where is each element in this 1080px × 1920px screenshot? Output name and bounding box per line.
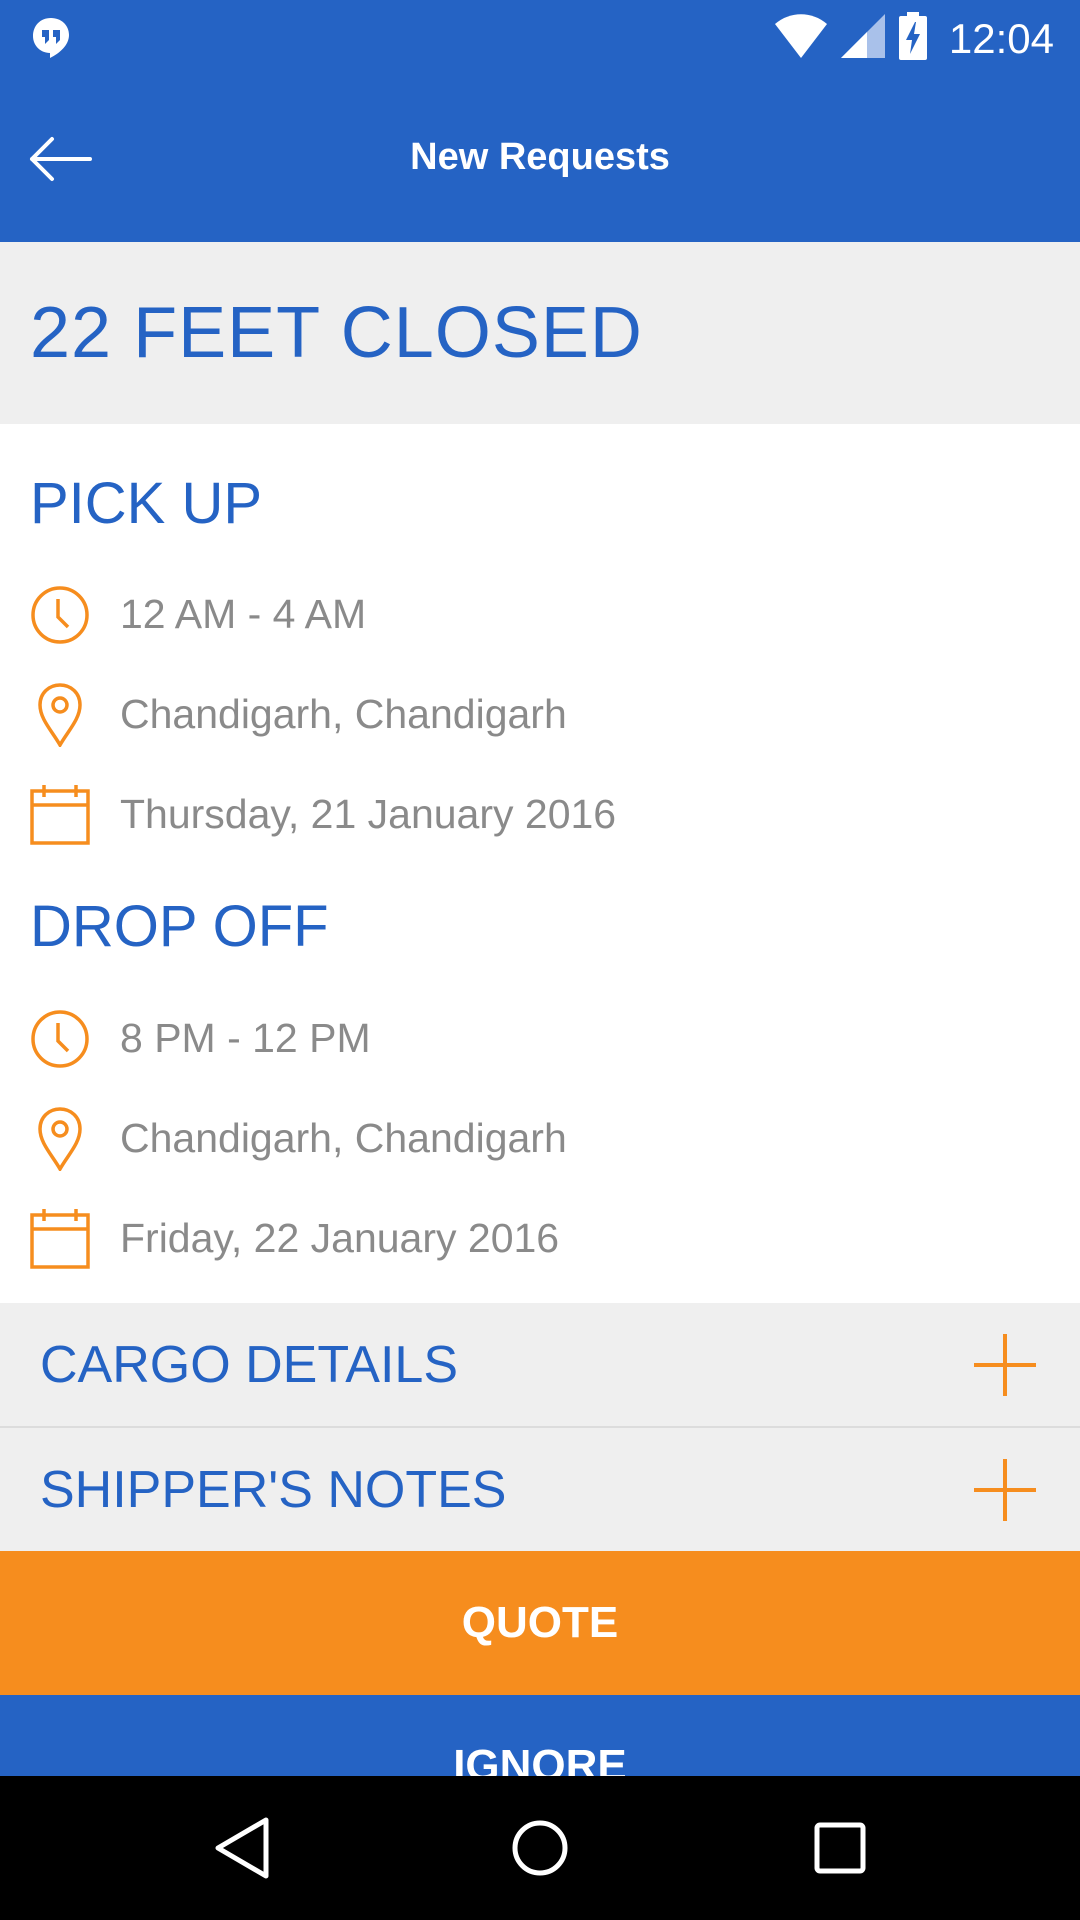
shippers-notes-toggle[interactable]: SHIPPER'S NOTES [0, 1428, 1080, 1551]
plus-icon[interactable] [972, 1457, 1038, 1523]
battery-charging-icon [898, 12, 927, 65]
pickup-date: Thursday, 21 January 2016 [120, 791, 617, 837]
pickup-time: 12 AM - 4 AM [120, 591, 367, 637]
clock-icon [28, 1007, 92, 1071]
vehicle-header: 22 FEET CLOSED [0, 242, 1080, 424]
location-pin-icon [28, 683, 92, 749]
calendar-icon [28, 783, 92, 847]
dropoff-time-row: 8 PM - 12 PM [0, 1007, 1080, 1087]
dropoff-location-row: Chandigarh, Chandigarh [0, 1107, 1080, 1187]
vehicle-type: 22 FEET CLOSED [30, 293, 643, 373]
dropoff-location: Chandigarh, Chandigarh [120, 1115, 567, 1161]
pickup-location: Chandigarh, Chandigarh [120, 691, 567, 737]
dropoff-date-row: Friday, 22 January 2016 [0, 1207, 1080, 1287]
page-title: New Requests [410, 136, 670, 178]
pickup-location-row: Chandigarh, Chandigarh [0, 683, 1080, 763]
calendar-icon [28, 1207, 92, 1271]
app-bar: New Requests [0, 78, 1080, 242]
nav-back-icon[interactable] [204, 1810, 280, 1886]
system-nav-bar [0, 1776, 1080, 1920]
quote-button[interactable]: QUOTE [0, 1551, 1080, 1695]
ignore-button-label: IGNORE [453, 1741, 627, 1776]
pickup-heading: PICK UP [30, 471, 263, 536]
status-bar: 12:04 [0, 0, 1080, 78]
pickup-time-row: 12 AM - 4 AM [0, 583, 1080, 663]
location-pin-icon [28, 1107, 92, 1173]
pickup-date-row: Thursday, 21 January 2016 [0, 783, 1080, 863]
plus-icon[interactable] [972, 1332, 1038, 1398]
status-time: 12:04 [948, 14, 1054, 62]
hangouts-icon [30, 16, 72, 63]
ignore-button[interactable]: IGNORE [0, 1695, 1080, 1776]
dropoff-time: 8 PM - 12 PM [120, 1015, 371, 1061]
cargo-details-label: CARGO DETAILS [40, 1336, 459, 1394]
nav-home-icon[interactable] [502, 1810, 578, 1886]
signal-icon [840, 14, 885, 63]
dropoff-date: Friday, 22 January 2016 [120, 1215, 560, 1261]
cargo-details-toggle[interactable]: CARGO DETAILS [0, 1303, 1080, 1426]
shippers-notes-label: SHIPPER'S NOTES [40, 1461, 507, 1519]
wifi-icon [774, 14, 827, 63]
nav-recents-icon[interactable] [802, 1810, 878, 1886]
dropoff-heading: DROP OFF [30, 894, 329, 959]
clock-icon [28, 583, 92, 647]
